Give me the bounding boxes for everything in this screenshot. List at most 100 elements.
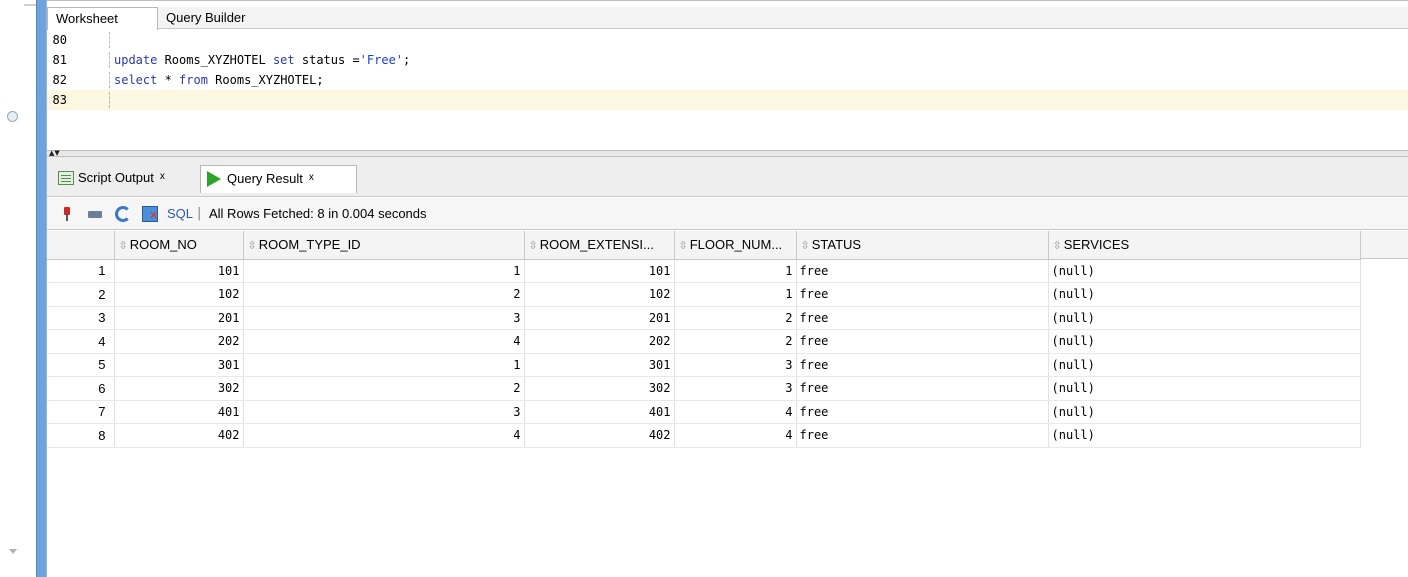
cell-services[interactable]: (null) [1048,400,1361,424]
cell-room-type-id[interactable]: 1 [243,259,525,283]
row-number[interactable]: 2 [47,282,115,307]
cell-room-type-id[interactable]: 2 [243,376,525,401]
cell-services[interactable]: (null) [1048,329,1361,354]
cell-room-extension[interactable]: 402 [524,423,675,448]
scroll-down-icon[interactable] [9,549,17,554]
pin-icon[interactable] [59,206,75,222]
cell-room-no[interactable]: 402 [114,423,244,448]
cell-floor-num[interactable]: 3 [674,376,797,401]
table-row[interactable]: 4 202 4 202 2 free (null) [47,329,1361,354]
sort-icon[interactable]: ⇳ [679,240,688,252]
row-number[interactable]: 7 [47,400,115,424]
cell-room-no[interactable]: 202 [114,329,244,354]
table-row[interactable]: 6 302 2 302 3 free (null) [47,376,1361,401]
cell-services[interactable]: (null) [1048,353,1361,377]
cell-room-no[interactable]: 201 [114,306,244,330]
code-line-current[interactable]: 83 [47,90,1408,110]
column-header-status[interactable]: ⇳ STATUS [796,231,1049,260]
cell-room-no[interactable]: 102 [114,282,244,307]
cell-room-type-id[interactable]: 4 [243,423,525,448]
refresh-icon[interactable] [115,206,131,222]
code-line[interactable]: 81 update Rooms_XYZHOTEL set status ='Fr… [47,50,1408,70]
cell-room-extension[interactable]: 301 [524,353,675,377]
cell-services[interactable]: (null) [1048,282,1361,307]
side-accent-bar [36,0,47,577]
close-icon[interactable]: x [309,172,314,183]
code-line[interactable]: 80 [47,30,1408,50]
cell-room-type-id[interactable]: 2 [243,282,525,307]
clear-icon[interactable] [142,206,158,222]
cell-status[interactable]: free [796,329,1049,354]
table-row[interactable]: 3 201 3 201 2 free (null) [47,306,1361,330]
cell-status[interactable]: free [796,353,1049,377]
cell-services[interactable]: (null) [1048,306,1361,330]
row-number[interactable]: 1 [47,259,115,283]
cell-room-type-id[interactable]: 4 [243,329,525,354]
column-header-services[interactable]: ⇳ SERVICES [1048,231,1361,260]
column-header-room-no[interactable]: ⇳ ROOM_NO [114,231,244,260]
row-number[interactable]: 3 [47,306,115,330]
sort-icon[interactable]: ⇳ [801,240,810,252]
print-icon[interactable] [87,206,103,222]
splitter-arrows-icon[interactable]: ▲▼ [49,150,60,157]
line-guide [109,72,110,88]
splitter-knob-icon[interactable] [7,111,18,122]
cell-floor-num[interactable]: 4 [674,400,797,424]
cell-room-extension[interactable]: 101 [524,259,675,283]
column-header-room-extension[interactable]: ⇳ ROOM_EXTENSI... [524,231,675,260]
cell-services[interactable]: (null) [1048,259,1361,283]
cell-room-no[interactable]: 301 [114,353,244,377]
cell-status[interactable]: free [796,376,1049,401]
table-row[interactable]: 1 101 1 101 1 free (null) [47,259,1361,283]
table-row[interactable]: 8 402 4 402 4 free (null) [47,423,1361,448]
panel-splitter[interactable]: ▲▼ [47,150,1408,157]
gutter-divider [24,4,36,6]
cell-room-no[interactable]: 302 [114,376,244,401]
tab-script-output[interactable]: Script Output x [52,165,198,193]
cell-status[interactable]: free [796,259,1049,283]
cell-status[interactable]: free [796,282,1049,307]
cell-room-no[interactable]: 101 [114,259,244,283]
row-number[interactable]: 6 [47,376,115,401]
sort-icon[interactable]: ⇳ [1053,240,1062,252]
cell-floor-num[interactable]: 1 [674,282,797,307]
cell-room-extension[interactable]: 302 [524,376,675,401]
cell-floor-num[interactable]: 3 [674,353,797,377]
cell-room-type-id[interactable]: 3 [243,400,525,424]
toolbar-separator: | [197,206,202,221]
cell-services[interactable]: (null) [1048,423,1361,448]
cell-room-type-id[interactable]: 1 [243,353,525,377]
cell-room-extension[interactable]: 201 [524,306,675,330]
column-header-floor-num[interactable]: ⇳ FLOOR_NUM... [674,231,797,260]
cell-floor-num[interactable]: 1 [674,259,797,283]
sort-icon[interactable]: ⇳ [119,240,128,252]
code-area[interactable]: ▔▔▔▔▔ ▔▔▔▔ ▔▔▔▔▔▔▔▔▔▔▔▔▔ ▔▔▔▔▔▔▔▔▔▔▔▔▔ ▔… [47,20,1408,150]
column-header-room-type-id[interactable]: ⇳ ROOM_TYPE_ID [243,231,525,260]
cell-room-type-id[interactable]: 3 [243,306,525,330]
cell-status[interactable]: free [796,306,1049,330]
cell-room-extension[interactable]: 202 [524,329,675,354]
cell-room-no[interactable]: 401 [114,400,244,424]
sort-icon[interactable]: ⇳ [529,240,538,252]
cell-floor-num[interactable]: 2 [674,306,797,330]
table-row[interactable]: 7 401 3 401 4 free (null) [47,400,1361,424]
table-row[interactable]: 5 301 1 301 3 free (null) [47,353,1361,377]
cell-room-extension[interactable]: 102 [524,282,675,307]
cell-floor-num[interactable]: 2 [674,329,797,354]
tab-query-result[interactable]: Query Result x [200,165,357,193]
sql-button[interactable]: SQL [167,206,193,221]
cell-status[interactable]: free [796,400,1049,424]
column-header-label: FLOOR_NUM... [689,237,783,253]
code-line[interactable]: 82 select * from Rooms_XYZHOTEL; [47,70,1408,90]
cell-services[interactable]: (null) [1048,376,1361,401]
sort-icon[interactable]: ⇳ [248,240,257,252]
row-number[interactable]: 8 [47,423,115,448]
cell-floor-num[interactable]: 4 [674,423,797,448]
line-number: 83 [52,93,67,107]
row-number[interactable]: 4 [47,329,115,354]
cell-status[interactable]: free [796,423,1049,448]
close-icon[interactable]: x [160,171,165,182]
table-row[interactable]: 2 102 2 102 1 free (null) [47,282,1361,307]
row-number[interactable]: 5 [47,353,115,377]
cell-room-extension[interactable]: 401 [524,400,675,424]
